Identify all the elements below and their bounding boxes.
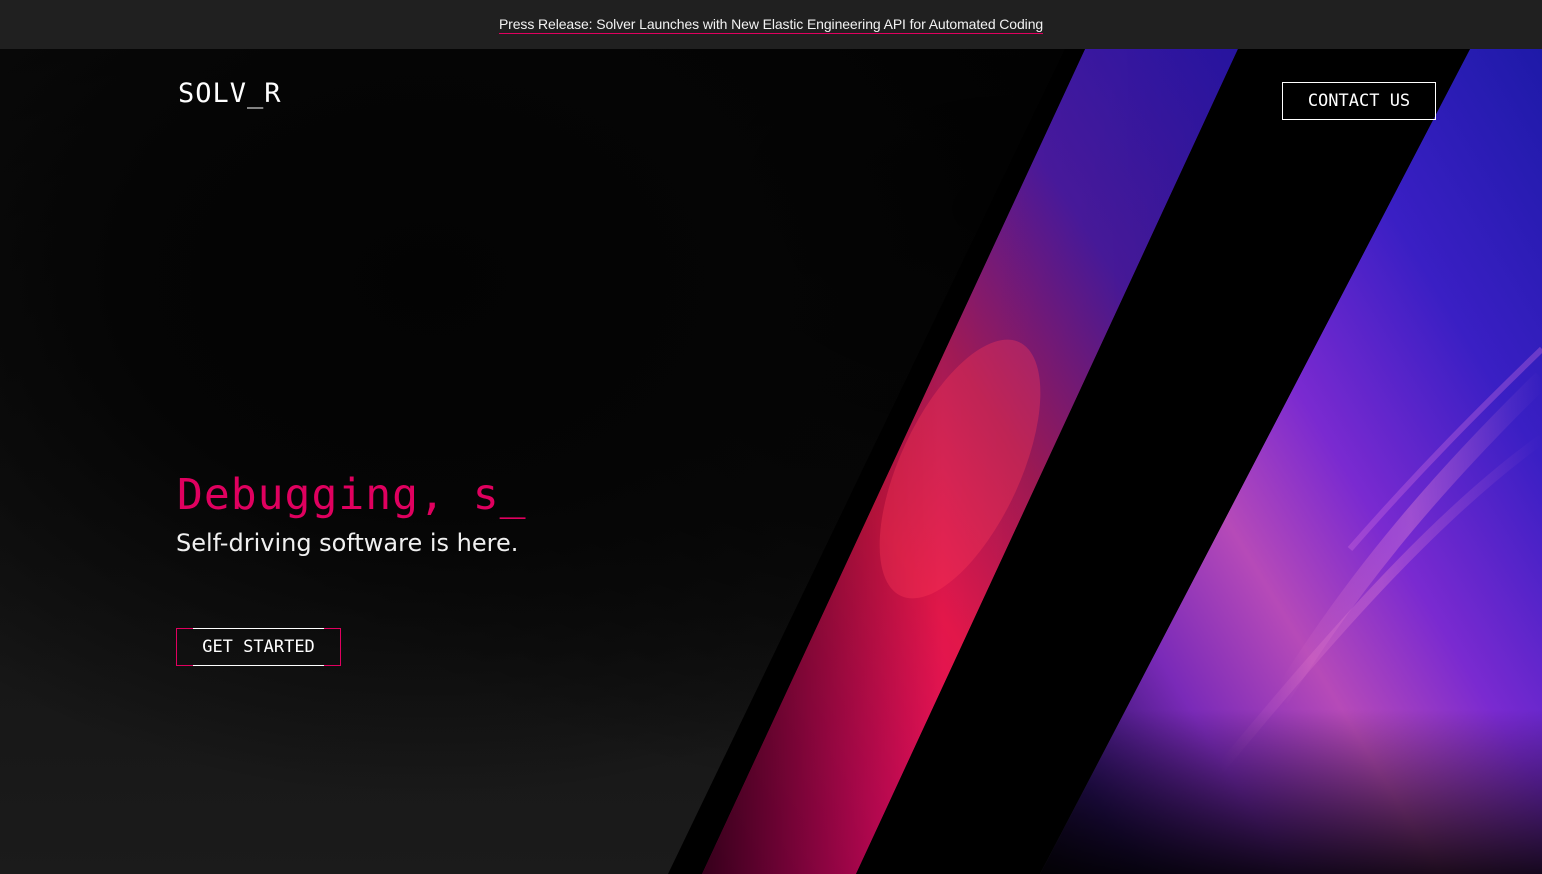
get-started-button[interactable]: GET STARTED [176,628,341,666]
brand-logo[interactable]: SOLV_R [178,78,282,109]
hero-abstract-artwork [668,49,1542,874]
contact-us-button[interactable]: CONTACT US [1282,82,1436,120]
hero-section: SOLV_R CONTACT US Debugging, s_ Self-dri… [0,49,1542,874]
hero-headline: Debugging, s_ [177,470,527,520]
announcement-bar: Press Release: Solver Launches with New … [0,0,1542,49]
hero-subheadline: Self-driving software is here. [176,529,519,557]
press-release-link[interactable]: Press Release: Solver Launches with New … [498,16,1043,34]
